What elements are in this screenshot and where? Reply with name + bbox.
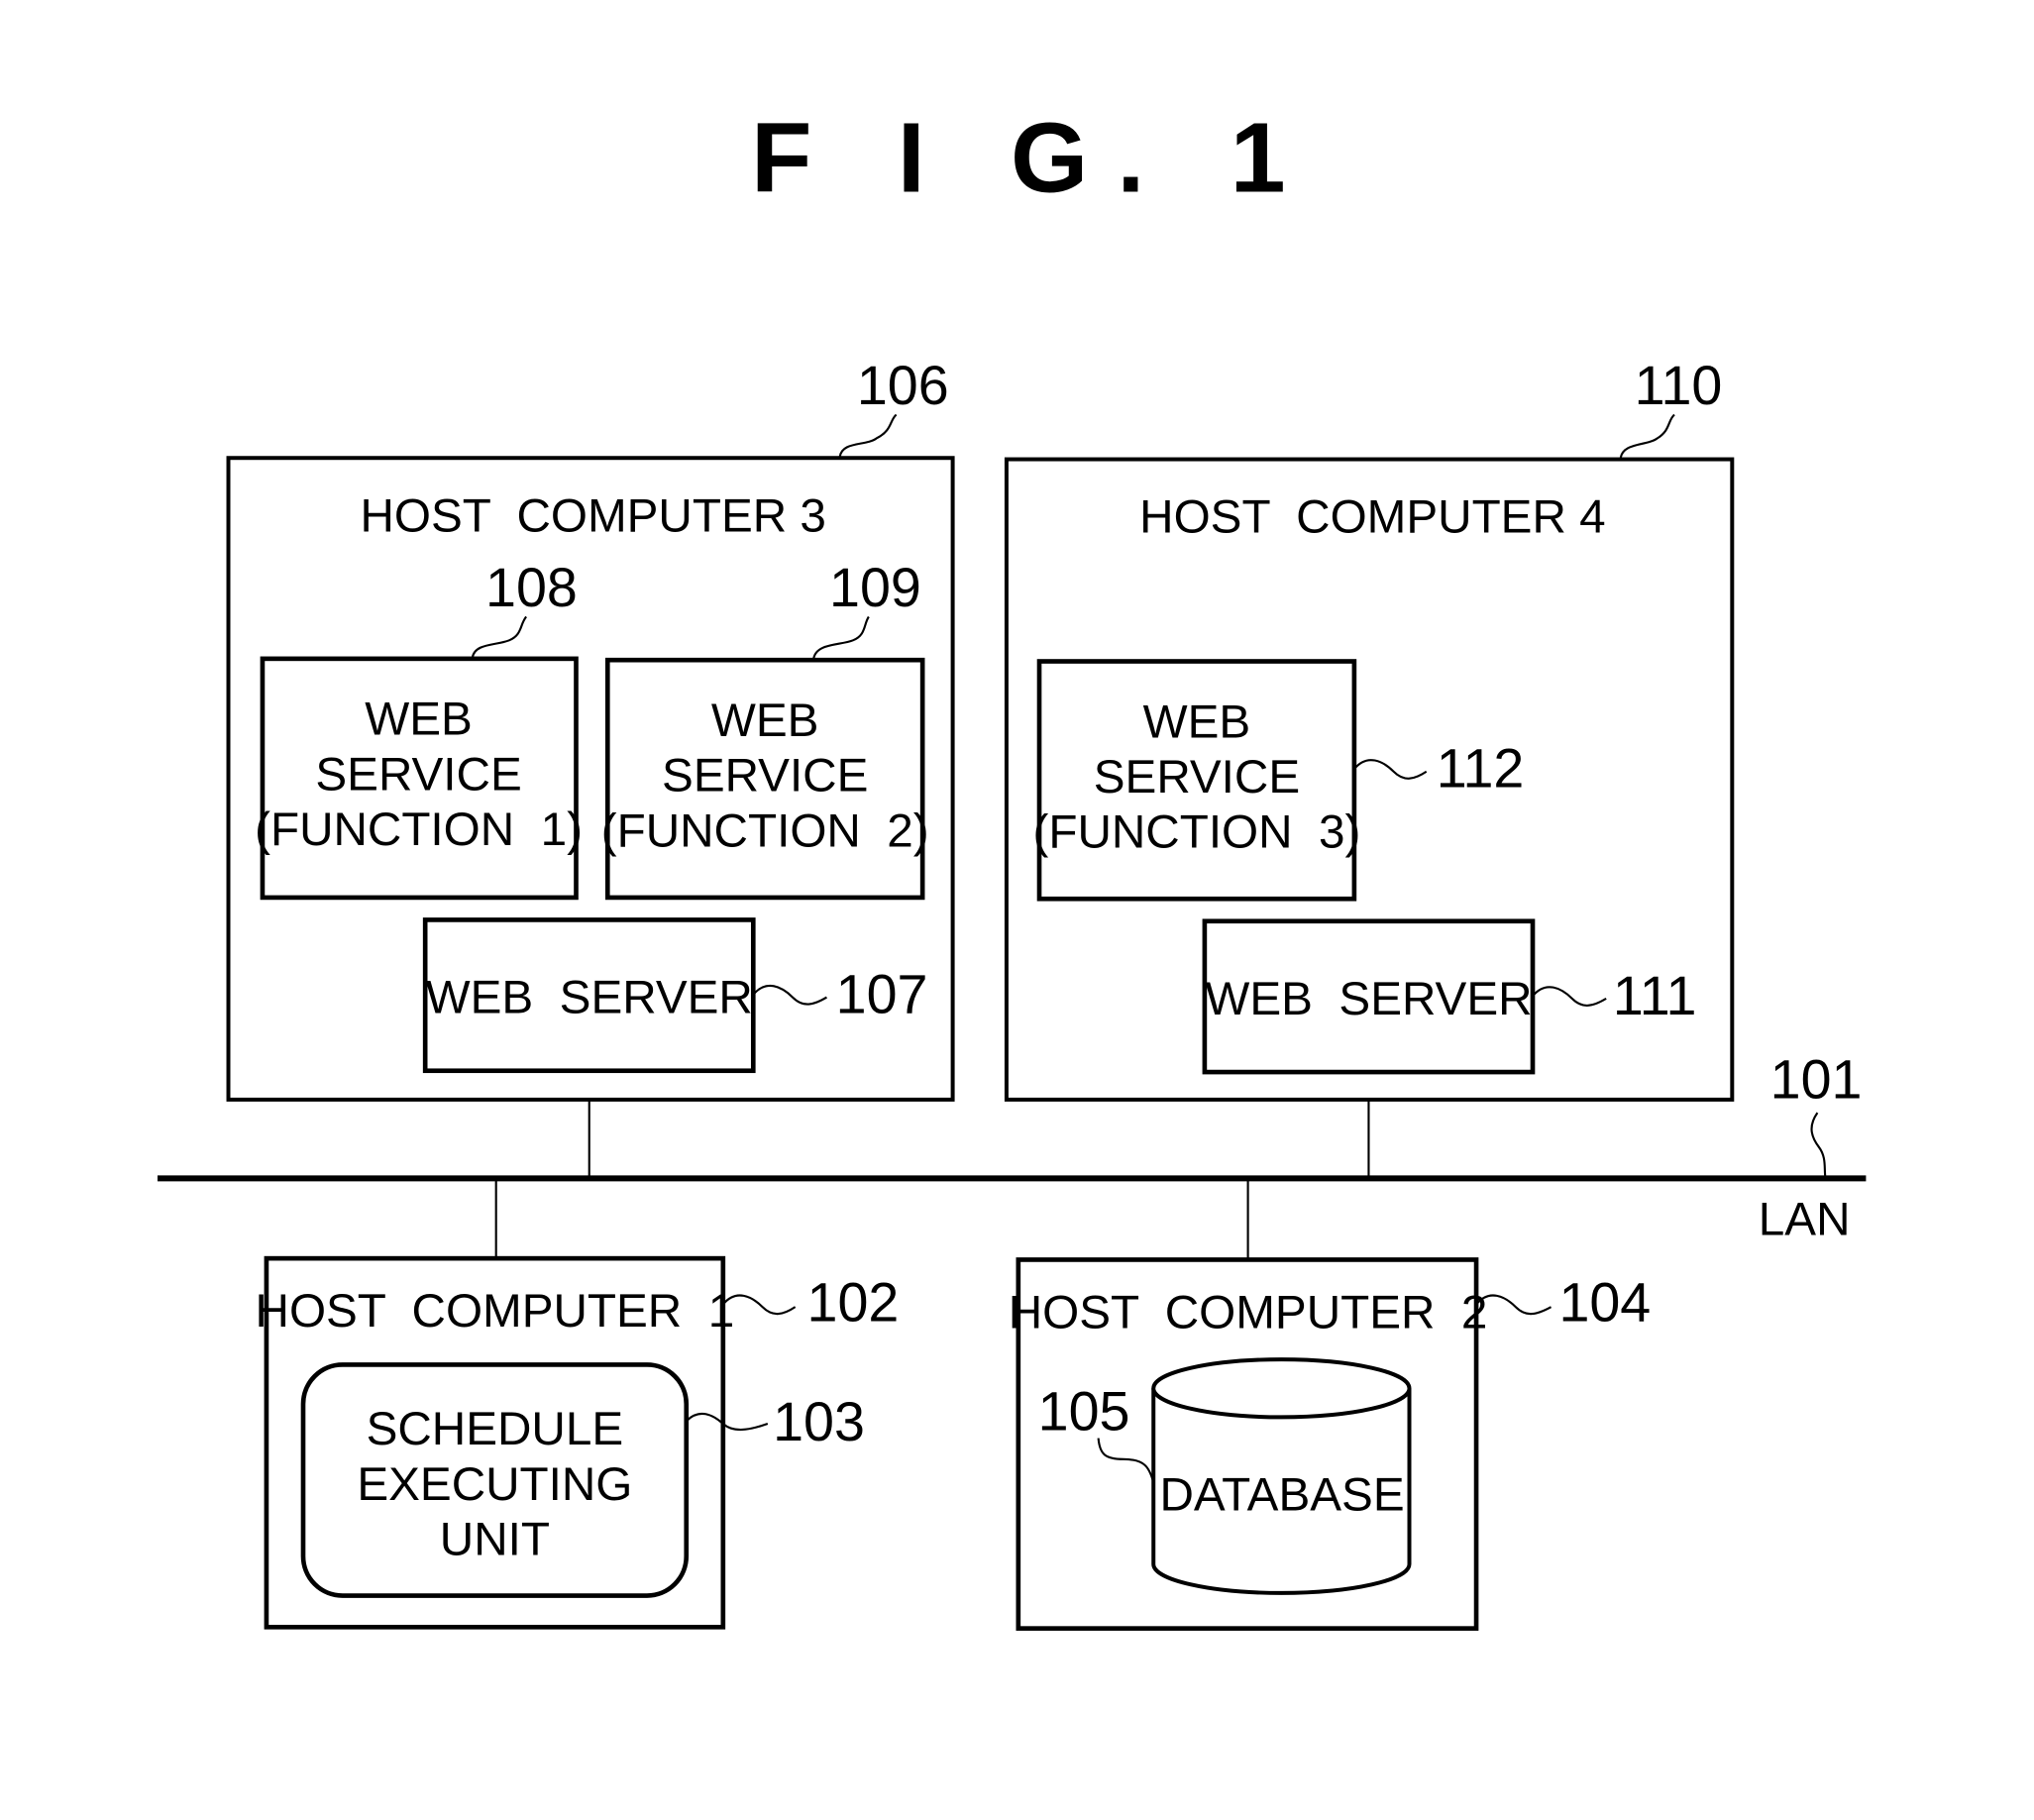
schedule-unit-line-1: SCHEDULE: [367, 1403, 624, 1455]
ref-102: 102: [807, 1272, 900, 1334]
ref-106: 106: [857, 355, 949, 416]
leader-106: [838, 413, 898, 458]
web-service-3-line-2: SERVICE: [1094, 751, 1300, 803]
host-computer-3: HOST COMPUTER 3 106 WEB SERVICE (FUNCTIO…: [226, 355, 955, 1102]
ref-108: 108: [485, 557, 578, 618]
ref-111: 111: [1613, 965, 1697, 1026]
host-computer-4-label: HOST COMPUTER 4: [1139, 491, 1605, 544]
host-computer-1-label: HOST COMPUTER 1: [256, 1285, 735, 1338]
host-computer-4: HOST COMPUTER 4 110 WEB SERVICE (FUNCTIO…: [1004, 355, 1735, 1102]
web-service-2-line-3: (FUNCTION 2): [601, 804, 929, 857]
host-computer-2-label: HOST COMPUTER 2: [1009, 1286, 1488, 1338]
web-service-2-line-1: WEB: [711, 695, 819, 747]
host-computer-3-label: HOST COMPUTER 3: [360, 489, 825, 542]
database-label: DATABASE: [1159, 1468, 1404, 1521]
web-service-2-line-2: SERVICE: [662, 750, 868, 803]
web-server-1-label: WEB SERVER: [426, 971, 753, 1023]
leader-110: [1619, 413, 1675, 459]
ref-104: 104: [1558, 1272, 1651, 1334]
web-service-3-line-3: (FUNCTION 3): [1032, 806, 1360, 859]
web-service-1-line-1: WEB: [365, 694, 473, 746]
ref-103: 103: [773, 1391, 865, 1452]
host-computer-2: HOST COMPUTER 2 104 DATABASE 105: [1009, 1257, 1651, 1631]
web-server-2-label: WEB SERVER: [1205, 973, 1532, 1025]
schedule-unit-line-2: EXECUTING: [357, 1458, 632, 1511]
ref-107: 107: [836, 963, 928, 1024]
ref-101: 101: [1770, 1049, 1863, 1111]
lan-label: LAN: [1759, 1193, 1851, 1245]
figure-title: F I G. 1: [751, 102, 1315, 213]
ref-112: 112: [1437, 738, 1525, 800]
ref-109: 109: [829, 557, 921, 618]
database-cylinder-top: [1151, 1357, 1412, 1420]
web-service-1-line-2: SERVICE: [315, 748, 521, 801]
leader-101: [1810, 1112, 1827, 1178]
system-diagram: F I G. 1 HOST COMPUTER 3 106 WEB SERVICE…: [157, 102, 1867, 1631]
host-computer-1: HOST COMPUTER 1 102 SCHEDULE EXECUTING U…: [256, 1255, 900, 1630]
web-service-3-line-1: WEB: [1143, 696, 1251, 748]
schedule-unit-line-3: UNIT: [440, 1513, 550, 1565]
schedule-executing-unit: SCHEDULE EXECUTING UNIT 103: [300, 1362, 865, 1598]
ref-110: 110: [1635, 355, 1723, 416]
ref-105: 105: [1038, 1381, 1130, 1443]
web-service-1-line-3: (FUNCTION 1): [255, 803, 583, 856]
